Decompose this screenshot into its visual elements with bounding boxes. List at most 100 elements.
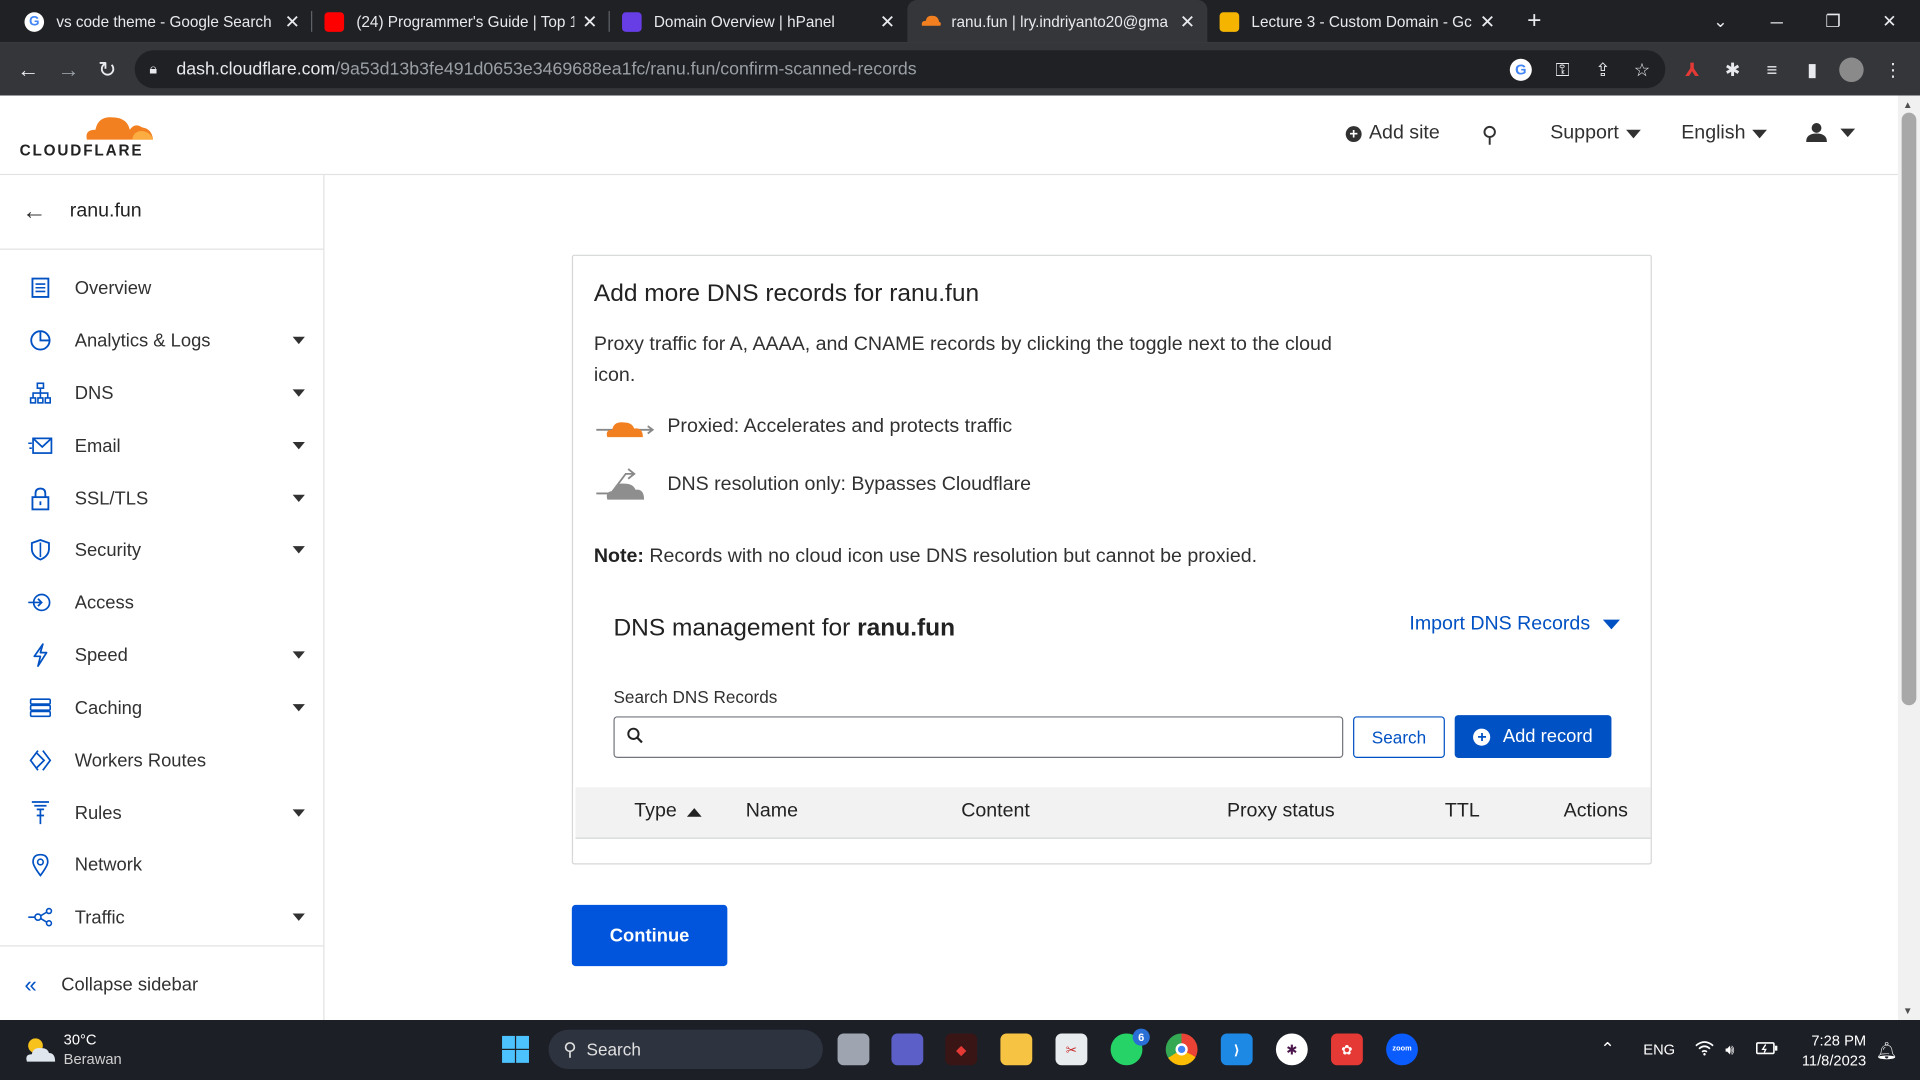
game-app-icon[interactable]: ◆ xyxy=(945,1033,978,1066)
side-panel-icon[interactable]: ▮ xyxy=(1799,56,1826,83)
back-arrow-icon[interactable]: ← xyxy=(22,198,46,226)
file-explorer-icon[interactable] xyxy=(1000,1033,1033,1066)
browser-tab[interactable]: Lecture 3 - Custom Domain - Gc ✕ xyxy=(1207,0,1507,43)
support-dropdown[interactable]: Support xyxy=(1550,122,1641,144)
language-dropdown[interactable]: English xyxy=(1681,122,1768,144)
restore-button[interactable]: ❐ xyxy=(1805,0,1861,43)
close-tab-icon[interactable]: ✕ xyxy=(1480,10,1495,33)
key-icon[interactable]: ⚿ xyxy=(1549,56,1576,83)
notification-bell-icon[interactable]: 🔔︎ xyxy=(1876,1041,1898,1062)
sidebar-item-access[interactable]: Access xyxy=(0,577,324,628)
search-icon[interactable]: ⚲ xyxy=(1482,122,1498,148)
sidebar-item-overview[interactable]: Overview xyxy=(0,262,324,313)
whatsapp-icon[interactable]: 6 xyxy=(1110,1028,1150,1066)
close-tab-icon[interactable]: ✕ xyxy=(880,10,895,33)
input-language[interactable]: ENG xyxy=(1643,1041,1675,1058)
reload-icon[interactable]: ↻ xyxy=(98,58,116,84)
browser-tab[interactable]: G vs code theme - Google Search ✕ xyxy=(12,0,313,43)
sidebar-item-analytics[interactable]: Analytics & Logs xyxy=(0,315,324,366)
google-lens-icon[interactable]: G xyxy=(1509,58,1532,81)
sidebar-item-network[interactable]: Network xyxy=(0,839,324,890)
tab-search-chevron-icon[interactable]: ⌄ xyxy=(1692,0,1748,43)
sidebar-item-email[interactable]: Email xyxy=(0,420,324,471)
scrollbar-thumb[interactable] xyxy=(1901,112,1917,706)
forward-arrow-icon[interactable]: → xyxy=(58,58,80,84)
teams-chat-icon[interactable] xyxy=(891,1033,924,1066)
column-header-name[interactable]: Name xyxy=(746,801,798,823)
windows-start-icon[interactable] xyxy=(500,1033,532,1065)
volume-icon[interactable]: 🔊︎ xyxy=(1725,1041,1734,1059)
scroll-up-arrow-icon[interactable]: ▲ xyxy=(1903,99,1913,110)
minimize-button[interactable]: ─ xyxy=(1749,0,1805,43)
browser-tab[interactable]: Domain Overview | hPanel ✕ xyxy=(610,0,908,43)
column-header-proxy-status[interactable]: Proxy status xyxy=(1227,801,1335,823)
collapse-sidebar-button[interactable]: « Collapse sidebar xyxy=(24,972,198,998)
add-site-button[interactable]: + Add site xyxy=(1345,122,1440,144)
sidebar-item-traffic[interactable]: Traffic xyxy=(0,891,324,942)
close-tab-icon[interactable]: ✕ xyxy=(1180,10,1195,33)
taskbar-search[interactable]: ⚲ Search xyxy=(548,1029,823,1069)
bookmark-star-icon[interactable]: ☆ xyxy=(1629,56,1656,83)
extensions-puzzle-icon[interactable]: ✱ xyxy=(1719,56,1746,83)
wifi-icon[interactable] xyxy=(1695,1041,1715,1059)
battery-icon[interactable] xyxy=(1755,1041,1778,1059)
column-label: TTL xyxy=(1444,800,1480,822)
task-view-icon[interactable] xyxy=(837,1033,870,1066)
tray-chevron-up-icon[interactable]: ⌃ xyxy=(1600,1038,1614,1059)
weather-widget[interactable]: 30°C Berawan xyxy=(22,1030,122,1069)
system-clock[interactable]: 7:28 PM 11/8/2023 xyxy=(1795,1031,1866,1070)
dns-only-legend: DNS resolution only: Bypasses Cloudflare xyxy=(594,467,1031,504)
column-header-type[interactable]: Type xyxy=(634,801,702,823)
zoom-icon[interactable]: zoom xyxy=(1386,1033,1418,1066)
add-record-button[interactable]: + Add record xyxy=(1454,715,1612,758)
close-window-button[interactable]: ✕ xyxy=(1861,0,1917,43)
vscode-icon[interactable]: ⟩ xyxy=(1220,1033,1253,1066)
chrome-center xyxy=(1175,1043,1188,1056)
chrome-icon[interactable] xyxy=(1165,1033,1198,1066)
lock-icon[interactable]: 🔒︎ xyxy=(149,60,171,78)
url-path: /9a53d13b3fe491d0653e3469688ea1fc/ranu.f… xyxy=(335,59,917,79)
search-dns-field[interactable] xyxy=(613,716,1344,758)
slack-icon[interactable]: ✱ xyxy=(1275,1033,1308,1066)
search-button[interactable]: Search xyxy=(1353,716,1445,758)
sidebar-item-dns[interactable]: DNS xyxy=(0,367,324,418)
browser-tab-active[interactable]: ranu.fun | lry.indriyanto20@gma ✕ xyxy=(907,0,1208,43)
chevron-down-icon xyxy=(292,704,305,712)
snipping-tool-icon[interactable]: ✂ xyxy=(1055,1033,1088,1066)
new-tab-button[interactable]: + xyxy=(1506,0,1562,43)
sidebar-item-rules[interactable]: Rules xyxy=(0,787,324,838)
import-dns-records-dropdown[interactable]: Import DNS Records xyxy=(1409,613,1620,635)
share-icon[interactable]: ⇪ xyxy=(1589,56,1616,83)
browser-tab[interactable]: (24) Programmer's Guide | Top 1 ✕ xyxy=(312,0,610,43)
sidebar-item-workers-routes[interactable]: Workers Routes xyxy=(0,735,324,786)
sidebar-item-speed[interactable]: Speed xyxy=(0,629,324,680)
cloudflare-logo[interactable]: CLOUDFLARE xyxy=(20,108,155,159)
tab-title: vs code theme - Google Search xyxy=(56,12,272,31)
app-icon[interactable]: ✿ xyxy=(1331,1033,1363,1066)
close-tab-icon[interactable]: ✕ xyxy=(582,10,597,33)
column-header-ttl[interactable]: TTL xyxy=(1445,801,1480,823)
chrome-menu-icon[interactable]: ⋮ xyxy=(1880,56,1907,83)
chevron-down-icon xyxy=(1840,127,1856,137)
pdf-extension-icon[interactable]: ⅄ xyxy=(1679,56,1706,83)
chevron-down-icon xyxy=(292,913,305,921)
search-dns-input[interactable] xyxy=(650,718,1343,756)
media-queue-icon[interactable]: ≡ xyxy=(1758,56,1785,83)
column-header-content[interactable]: Content xyxy=(961,801,1030,823)
account-menu[interactable] xyxy=(1806,122,1856,143)
profile-avatar[interactable] xyxy=(1839,57,1864,83)
close-tab-icon[interactable]: ✕ xyxy=(285,10,300,33)
page-scrollbar[interactable]: ▲ ▼ xyxy=(1897,95,1920,1021)
caching-icon xyxy=(28,696,52,720)
url-text[interactable]: dash.cloudflare.com/9a53d13b3fe491d0653e… xyxy=(176,59,916,79)
address-bar[interactable]: 🔒︎ dash.cloudflare.com/9a53d13b3fe491d06… xyxy=(134,50,1666,89)
dns-table-header: Type Name Content Proxy status TTL Actio… xyxy=(575,787,1651,839)
continue-button[interactable]: Continue xyxy=(571,904,728,967)
back-arrow-icon[interactable]: ← xyxy=(17,58,39,84)
sidebar-item-caching[interactable]: Caching xyxy=(0,682,324,733)
sidebar-item-ssl-tls[interactable]: SSL/TLS xyxy=(0,473,324,524)
scroll-down-arrow-icon[interactable]: ▼ xyxy=(1903,1005,1913,1016)
tab-title: (24) Programmer's Guide | Top 1 xyxy=(356,12,575,31)
partly-cloudy-icon xyxy=(26,1038,56,1062)
sidebar-item-security[interactable]: Security xyxy=(0,524,324,575)
